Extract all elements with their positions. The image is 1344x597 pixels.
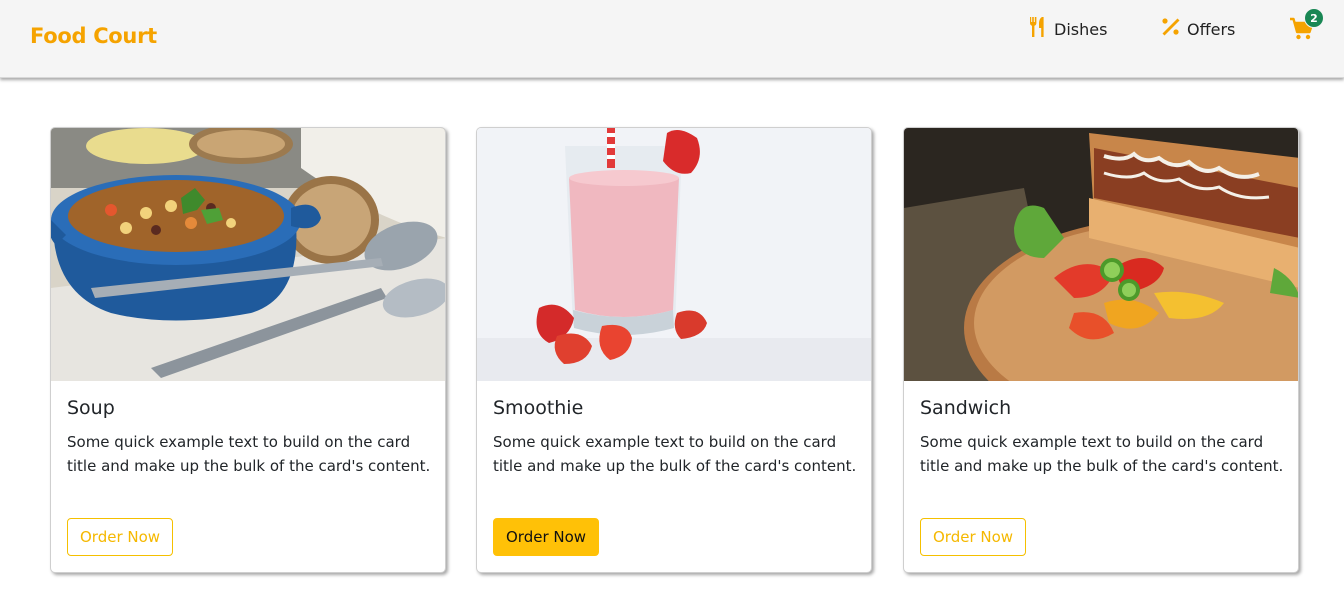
dish-card-soup: Soup Some quick example text to build on…: [50, 127, 446, 573]
order-now-button-soup[interactable]: Order Now: [67, 518, 174, 556]
nav-dishes-label: Dishes: [1054, 19, 1108, 39]
card-text-sandwich: Some quick example text to build on the …: [920, 433, 1284, 475]
soup-image: [51, 128, 445, 381]
sandwich-image: [904, 128, 1298, 381]
card-text-smoothie: Some quick example text to build on the …: [493, 433, 857, 475]
nav-dishes-link[interactable]: Dishes: [1028, 16, 1107, 42]
percent-icon: [1161, 17, 1181, 41]
card-title-smoothie: Smoothie: [493, 397, 584, 419]
order-now-button-sandwich[interactable]: Order Now: [920, 518, 1027, 556]
card-title-sandwich: Sandwich: [920, 397, 1012, 419]
dish-card-smoothie: Smoothie Some quick example text to buil…: [476, 127, 872, 573]
cart-button[interactable]: 2: [1289, 8, 1329, 44]
nav-offers-label: Offers: [1187, 19, 1236, 39]
top-navbar: Food Court Dishes Offers 2: [0, 0, 1344, 78]
smoothie-image: [477, 128, 871, 381]
card-text-soup: Some quick example text to build on the …: [67, 433, 431, 475]
order-now-button-smoothie[interactable]: Order Now: [493, 518, 600, 556]
utensils-icon: [1028, 16, 1048, 42]
brand-logo[interactable]: Food Court: [30, 24, 157, 48]
dish-card-sandwich: Sandwich Some quick example text to buil…: [903, 127, 1299, 573]
card-title-soup: Soup: [67, 397, 115, 419]
nav-offers-link[interactable]: Offers: [1161, 16, 1235, 42]
cart-count-badge: 2: [1304, 8, 1324, 28]
